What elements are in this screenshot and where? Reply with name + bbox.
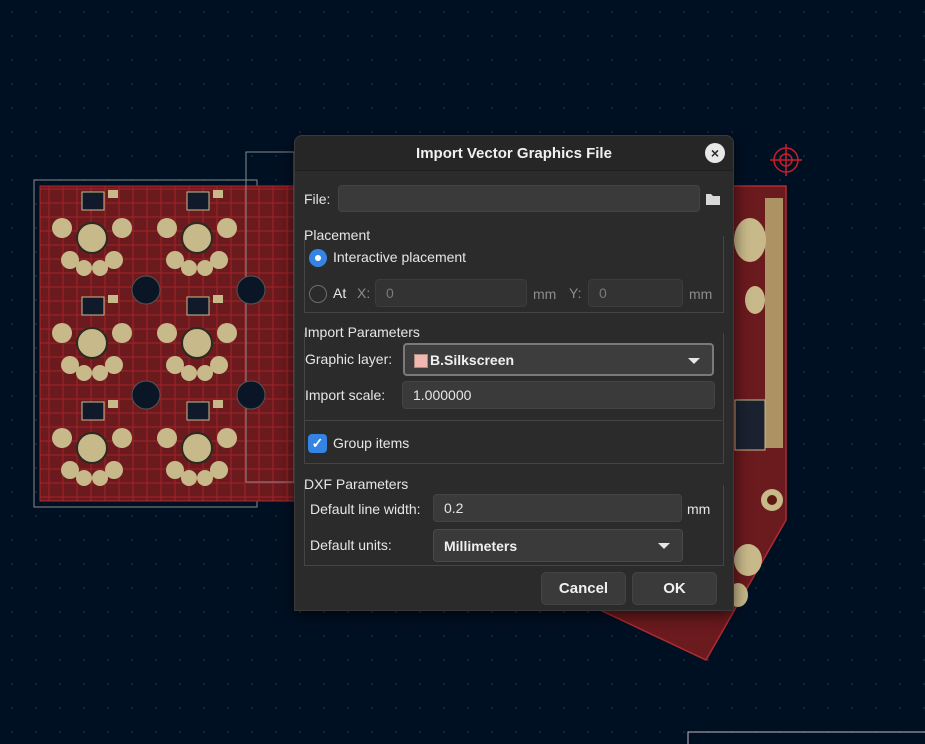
chevron-down-icon — [688, 358, 700, 364]
x-label: X: — [357, 285, 371, 301]
import-scale-input[interactable]: 1.000000 — [402, 381, 715, 409]
y-position-input[interactable]: 0 — [588, 279, 683, 307]
import-vector-graphics-dialog: Import Vector Graphics File × File: Plac… — [294, 135, 734, 611]
default-units-dropdown[interactable]: Millimeters — [433, 529, 683, 562]
ok-button[interactable]: OK — [632, 572, 717, 605]
cancel-button[interactable]: Cancel — [541, 572, 626, 605]
layer-color-swatch — [414, 354, 428, 368]
y-unit-label: mm — [689, 286, 713, 302]
folder-icon[interactable] — [701, 187, 725, 211]
interactive-placement-label: Interactive placement — [333, 249, 467, 265]
group-items-checkbox[interactable]: ✓ — [308, 434, 327, 453]
graphic-layer-value: B.Silkscreen — [430, 352, 515, 368]
import-scale-label: Import scale: — [305, 387, 386, 403]
line-width-unit-label: mm — [687, 501, 711, 517]
at-label: At — [333, 285, 347, 301]
graphic-layer-dropdown[interactable]: B.Silkscreen — [403, 343, 714, 376]
x-position-input[interactable]: 0 — [375, 279, 527, 307]
origin-marker-icon — [770, 144, 802, 176]
graphic-layer-label: Graphic layer: — [305, 351, 393, 367]
file-path-field[interactable] — [338, 185, 700, 212]
group-items-label: Group items — [333, 435, 410, 451]
default-units-label: Default units: — [310, 537, 392, 553]
y-label: Y: — [569, 285, 582, 301]
chevron-down-icon — [658, 543, 670, 549]
interactive-placement-radio[interactable] — [309, 249, 327, 267]
at-position-radio[interactable] — [309, 285, 327, 303]
file-label: File: — [304, 191, 331, 207]
close-icon[interactable]: × — [705, 143, 725, 163]
dialog-titlebar[interactable]: Import Vector Graphics File × — [295, 136, 733, 171]
default-line-width-label: Default line width: — [310, 501, 421, 517]
page-border — [687, 731, 925, 744]
x-unit-label: mm — [533, 286, 557, 302]
pcb-left-board — [33, 151, 296, 508]
dialog-title: Import Vector Graphics File — [416, 145, 612, 162]
separator — [304, 420, 722, 421]
default-units-value: Millimeters — [444, 538, 518, 554]
default-line-width-input[interactable]: 0.2 — [433, 494, 682, 522]
